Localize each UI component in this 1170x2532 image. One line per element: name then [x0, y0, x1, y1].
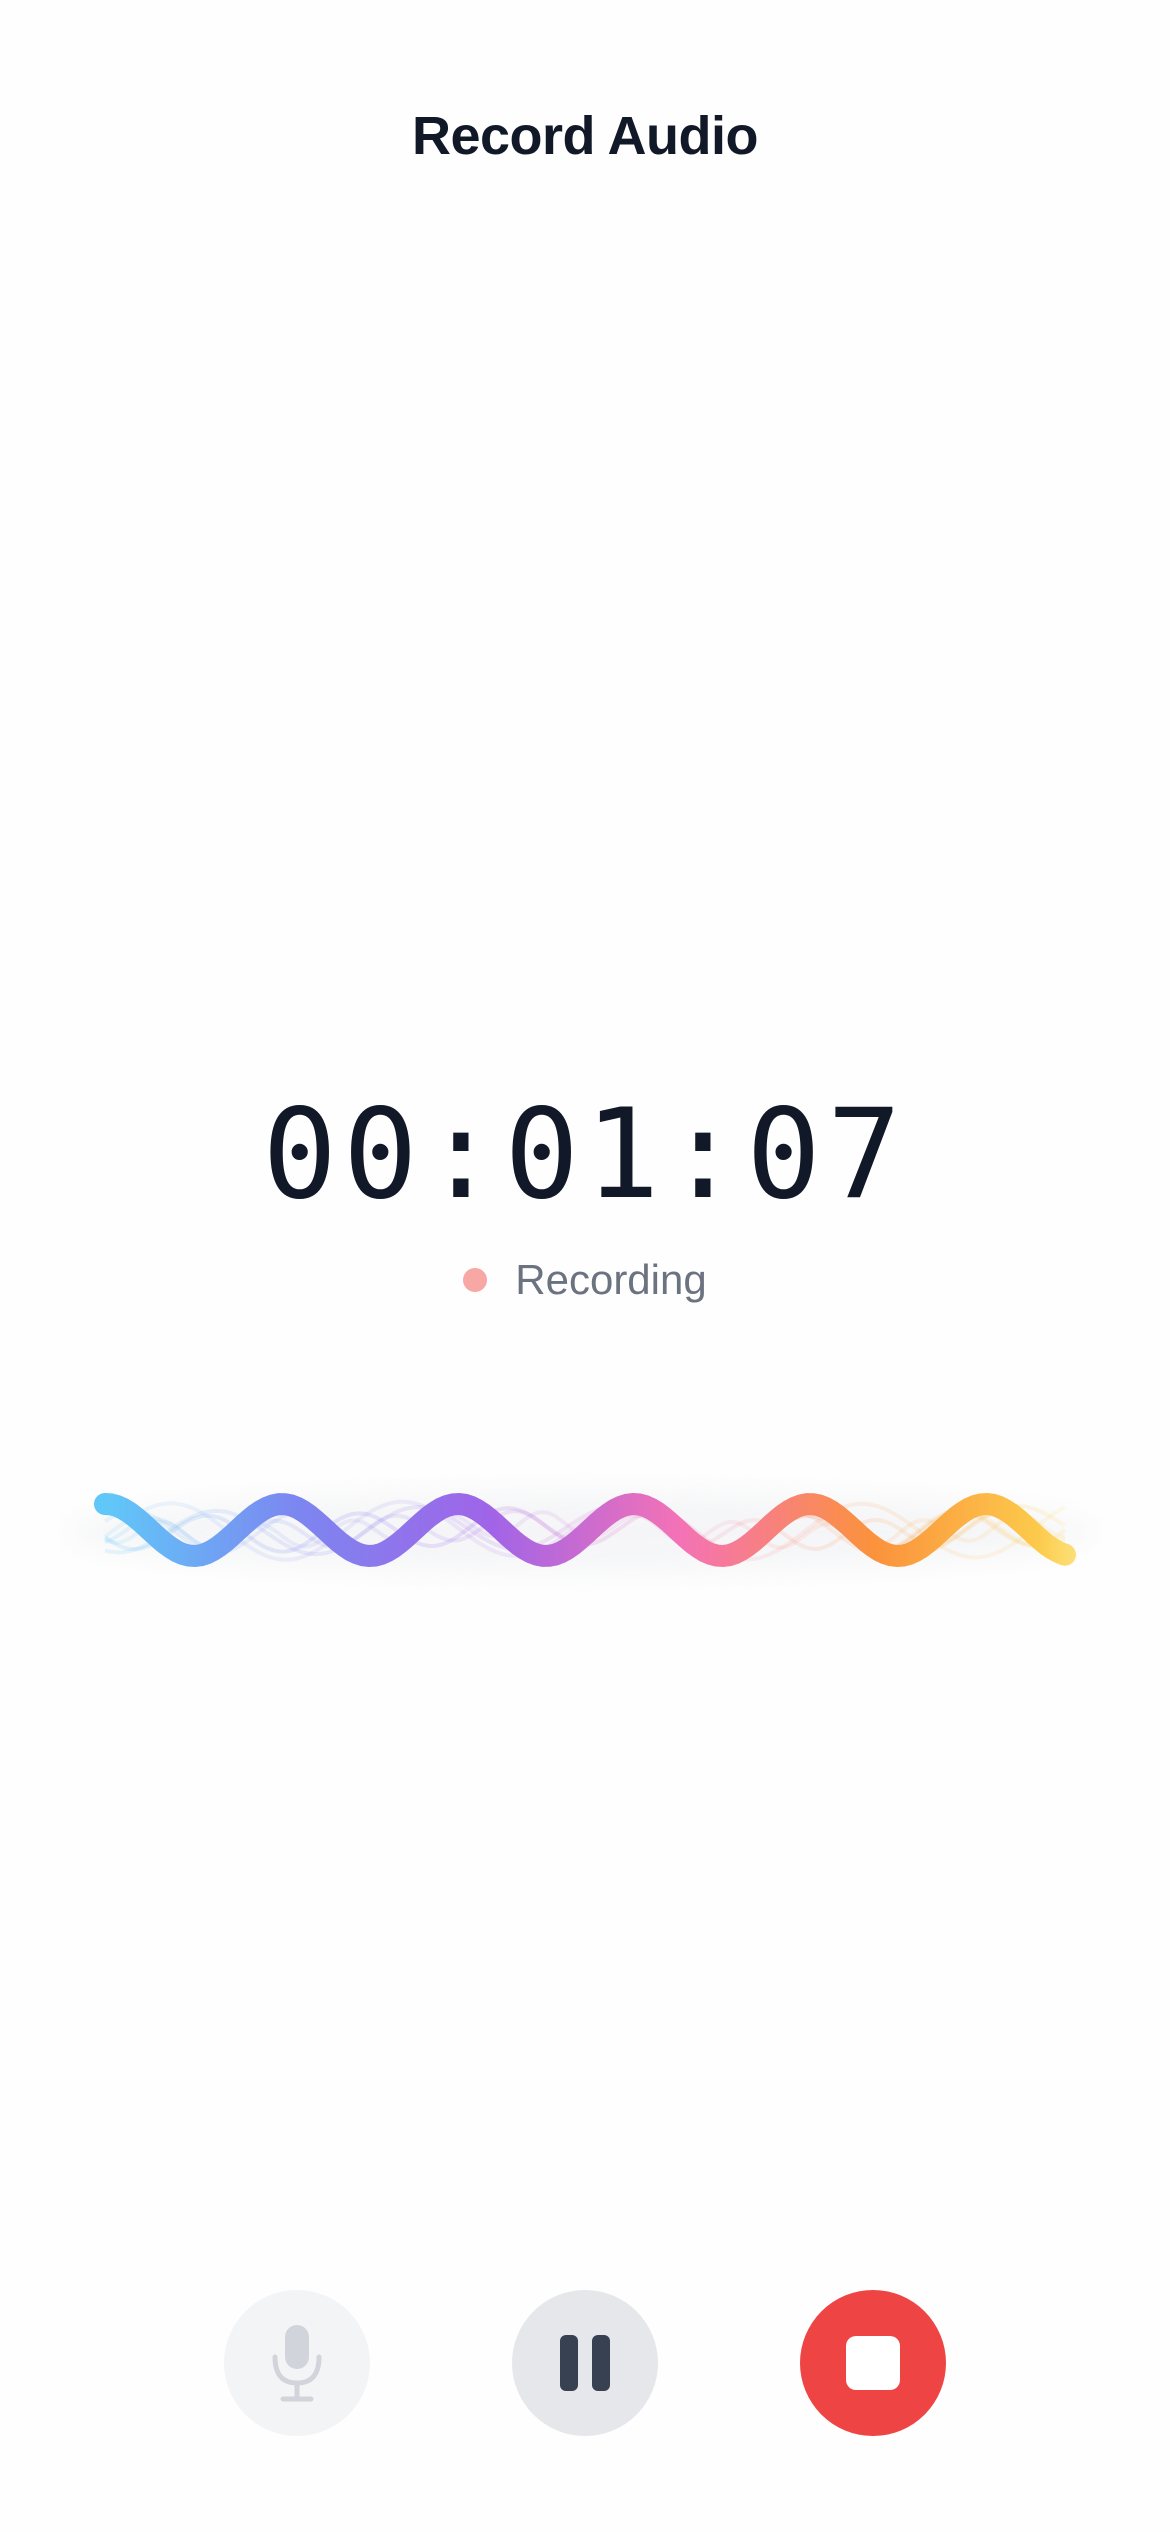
recorder-controls [0, 2290, 1170, 2436]
recording-dot-icon [463, 1268, 488, 1292]
microphone-icon [272, 2325, 322, 2402]
audio-waveform [60, 1400, 1110, 1620]
waveform-graphic [65, 1460, 1110, 1580]
status-label: Recording [515, 1256, 707, 1303]
pause-icon [560, 2335, 610, 2391]
elapsed-timer: 00:01:07 [262, 1083, 908, 1227]
record-audio-screen: Record Audio 00:01:07 Recording [0, 0, 1170, 2532]
pause-button[interactable] [512, 2290, 658, 2436]
stop-button[interactable] [800, 2290, 946, 2436]
microphone-button[interactable] [224, 2290, 370, 2436]
page-title: Record Audio [411, 106, 759, 166]
stop-icon [846, 2336, 900, 2390]
recording-status: Recording [0, 1250, 1170, 1310]
